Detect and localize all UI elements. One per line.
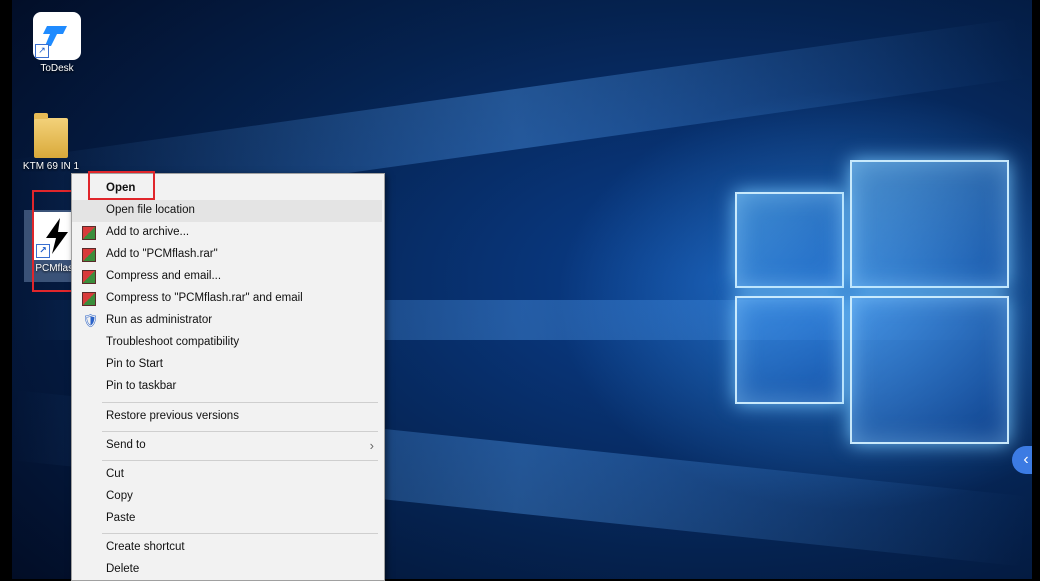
menu-item-add-to-rar[interactable]: Add to "PCMflash.rar": [72, 244, 382, 266]
windows-logo: [717, 150, 1017, 450]
logo-pane: [850, 296, 1009, 444]
desktop-icon-todesk[interactable]: ↗ ToDesk: [22, 12, 92, 74]
menu-item-compress-to-rar-and-email[interactable]: Compress to "PCMflash.rar" and email: [72, 288, 382, 310]
shortcut-arrow-icon: ↗: [35, 44, 49, 58]
logo-pane: [850, 160, 1009, 288]
menu-item-label: Run as administrator: [106, 314, 213, 326]
desktop-icon-label: ToDesk: [40, 63, 74, 74]
menu-item-label: Add to "PCMflash.rar": [106, 248, 218, 260]
menu-item-send-to[interactable]: Send to ›: [72, 435, 382, 457]
desktop-icon-ktm[interactable]: KTM 69 IN 1: [16, 113, 86, 172]
menu-item-delete[interactable]: Delete: [72, 559, 382, 581]
menu-item-label: Compress and email...: [106, 270, 222, 282]
menu-item-label: Delete: [106, 563, 140, 575]
menu-item-copy[interactable]: Copy: [72, 486, 382, 508]
menu-item-label: Pin to Start: [106, 358, 163, 370]
menu-item-create-shortcut[interactable]: Create shortcut: [72, 537, 382, 559]
context-menu: Open Open file location Add to archive..…: [71, 173, 385, 581]
menu-item-label: Send to: [106, 439, 146, 451]
menu-item-label: Compress to "PCMflash.rar" and email: [106, 292, 303, 304]
logo-pane: [735, 296, 844, 404]
winrar-icon: [82, 270, 96, 284]
menu-item-open-file-location[interactable]: Open file location: [72, 200, 382, 222]
menu-item-cut[interactable]: Cut: [72, 464, 382, 486]
menu-item-add-to-archive[interactable]: Add to archive...: [72, 222, 382, 244]
menu-separator: [102, 460, 378, 461]
menu-separator: [102, 402, 378, 403]
menu-item-label: Add to archive...: [106, 226, 190, 238]
menu-item-label: Pin to taskbar: [106, 380, 177, 392]
annotation-box-open: [88, 171, 155, 200]
menu-item-paste[interactable]: Paste: [72, 508, 382, 530]
menu-item-pin-to-start[interactable]: Pin to Start: [72, 354, 382, 376]
menu-item-label: Troubleshoot compatibility: [106, 336, 240, 348]
logo-pane: [735, 192, 844, 288]
folder-icon: [34, 113, 68, 158]
menu-item-label: Create shortcut: [106, 541, 185, 553]
chevron-right-icon: ›: [369, 438, 374, 453]
menu-item-label: Restore previous versions: [106, 410, 239, 422]
winrar-icon: [82, 226, 96, 240]
winrar-icon: [82, 292, 96, 306]
uac-shield-icon: 🛡: [82, 313, 99, 328]
menu-separator: [102, 533, 378, 534]
winrar-icon: [82, 248, 96, 262]
todesk-icon: ↗: [33, 12, 81, 60]
menu-item-label: Cut: [106, 468, 124, 480]
menu-item-compress-and-email[interactable]: Compress and email...: [72, 266, 382, 288]
menu-item-pin-to-taskbar[interactable]: Pin to taskbar: [72, 376, 382, 398]
menu-separator: [102, 431, 378, 432]
menu-item-restore-previous-versions[interactable]: Restore previous versions: [72, 406, 382, 428]
desktop-icon-label: KTM 69 IN 1: [22, 161, 80, 172]
menu-item-troubleshoot-compatibility[interactable]: Troubleshoot compatibility: [72, 332, 382, 354]
menu-item-label: Copy: [106, 490, 133, 502]
menu-item-run-as-administrator[interactable]: 🛡 Run as administrator: [72, 310, 382, 332]
menu-item-label: Open file location: [106, 204, 195, 216]
menu-item-label: Paste: [106, 512, 136, 524]
side-panel-toggle[interactable]: ‹: [1012, 446, 1032, 474]
